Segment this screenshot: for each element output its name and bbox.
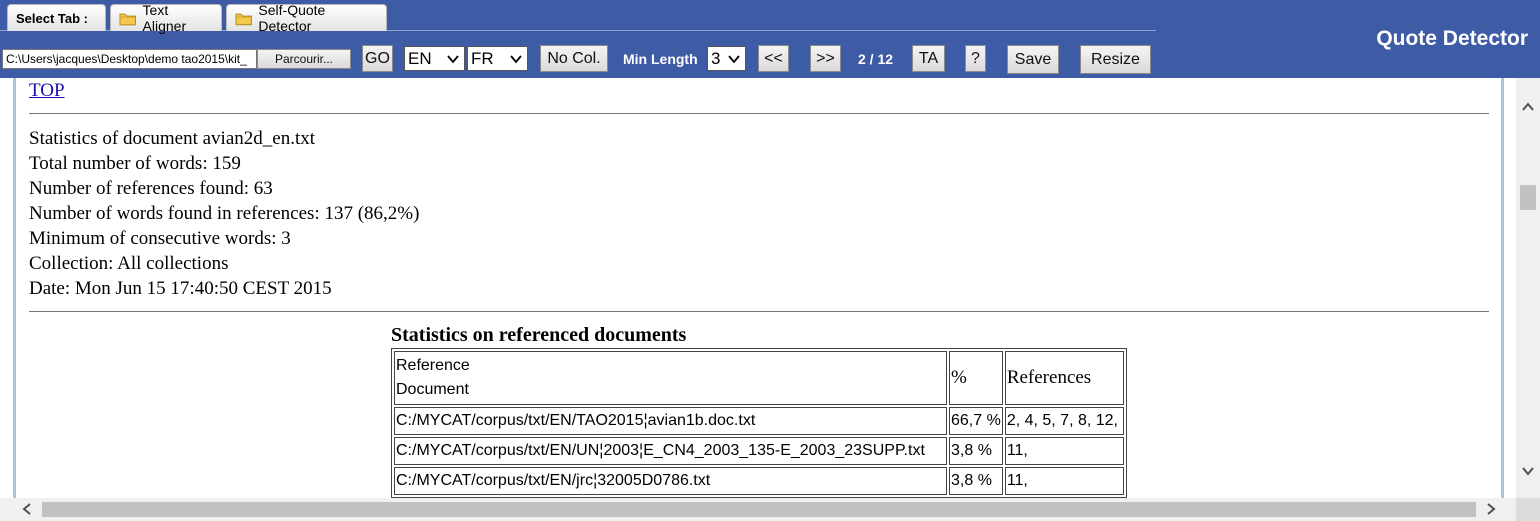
chevron-down-icon — [447, 55, 459, 64]
table-header-row: Reference Document % References — [394, 351, 1124, 405]
frame-right-border — [1501, 78, 1504, 498]
no-col-button[interactable]: No Col. — [540, 45, 608, 72]
ta-button[interactable]: TA — [912, 45, 945, 72]
scroll-down-icon[interactable] — [1521, 464, 1535, 478]
min-length-value: 3 — [711, 48, 721, 68]
divider — [29, 113, 1489, 114]
toolbar: C:\Users\jacques\Desktop\demo tao2015\ki… — [0, 44, 1156, 74]
scroll-right-icon[interactable] — [1484, 502, 1498, 516]
horizontal-scrollbar[interactable] — [0, 498, 1516, 521]
table-row: C:/MYCAT/corpus/txt/EN/UN¦2003¦E_CN4_200… — [394, 437, 1124, 465]
top-link[interactable]: TOP — [29, 80, 65, 102]
references-cell: 2, 4, 5, 7, 8, 12, — [1004, 407, 1124, 435]
stat-line: Number of words found in references: 137… — [29, 203, 420, 224]
app-header: Select Tab : Text Aligner Self-Quote Det… — [0, 0, 1540, 78]
tab-select[interactable]: Select Tab : — [7, 4, 106, 31]
reference-table: Reference Document % References C:/MYCAT… — [391, 348, 1127, 498]
results-panel: TOP Statistics of document avian2d_en.tx… — [29, 78, 1499, 498]
go-button[interactable]: GO — [362, 45, 393, 72]
stat-line: Statistics of document avian2d_en.txt — [29, 128, 316, 149]
stat-line: Total number of words: 159 — [29, 153, 241, 174]
vertical-scroll-thumb[interactable] — [1520, 185, 1536, 210]
references-cell: 11, — [1004, 467, 1124, 495]
app-title: Quote Detector — [1376, 27, 1528, 50]
target-language-select[interactable]: FR — [467, 46, 528, 71]
scroll-left-icon[interactable] — [20, 502, 34, 516]
folder-icon — [119, 13, 137, 25]
header-reference-document-line2: Document — [396, 381, 469, 398]
tab-select-label: Select Tab : — [16, 10, 89, 26]
header-reference-document-line1: Reference — [396, 357, 470, 374]
percent-cell: 3,8 % — [949, 437, 1003, 465]
tab-text-aligner[interactable]: Text Aligner — [110, 2, 222, 34]
document-statistics: Statistics of document avian2d_en.txt To… — [29, 126, 419, 301]
reference-document-cell: C:/MYCAT/corpus/txt/EN/jrc¦32005D0786.tx… — [394, 467, 947, 495]
horizontal-scroll-thumb[interactable] — [42, 502, 1476, 517]
reference-table-title: Statistics on referenced documents — [391, 324, 687, 346]
file-path-field[interactable]: C:\Users\jacques\Desktop\demo tao2015\ki… — [2, 49, 257, 69]
tab-bar: Select Tab : Text Aligner Self-Quote Det… — [0, 0, 1156, 34]
save-button[interactable]: Save — [1007, 45, 1059, 74]
page-indicator: 2 / 12 — [858, 51, 894, 67]
source-language-value: EN — [408, 48, 432, 68]
stat-line: Date: Mon Jun 15 17:40:50 CEST 2015 — [29, 278, 332, 299]
min-length-select[interactable]: 3 — [707, 46, 746, 71]
chevron-down-icon — [728, 55, 740, 64]
stat-line: Collection: All collections — [29, 253, 229, 274]
previous-page-button[interactable]: << — [758, 45, 789, 72]
header-percent: % — [949, 351, 1003, 405]
vertical-scrollbar[interactable] — [1516, 78, 1540, 498]
folder-icon — [235, 13, 252, 25]
help-button[interactable]: ? — [965, 45, 986, 72]
percent-cell: 3,8 % — [949, 467, 1003, 495]
header-reference-document: Reference Document — [394, 351, 947, 405]
min-length-label: Min Length — [623, 51, 698, 67]
divider — [29, 311, 1489, 312]
resize-button[interactable]: Resize — [1080, 45, 1151, 74]
tab-self-quote-detector[interactable]: Self-Quote Detector — [226, 2, 387, 34]
chevron-down-icon — [510, 55, 522, 64]
source-language-select[interactable]: EN — [404, 46, 465, 71]
reference-document-cell: C:/MYCAT/corpus/txt/EN/UN¦2003¦E_CN4_200… — [394, 437, 947, 465]
reference-document-cell: C:/MYCAT/corpus/txt/EN/TAO2015¦avian1b.d… — [394, 407, 947, 435]
table-row: C:/MYCAT/corpus/txt/EN/TAO2015¦avian1b.d… — [394, 407, 1124, 435]
header-references: References — [1004, 351, 1124, 405]
scrollbar-corner — [1516, 498, 1540, 521]
target-language-value: FR — [471, 48, 494, 68]
table-row: C:/MYCAT/corpus/txt/EN/jrc¦32005D0786.tx… — [394, 467, 1124, 495]
stat-line: Minimum of consecutive words: 3 — [29, 228, 291, 249]
stat-line: Number of references found: 63 — [29, 178, 273, 199]
next-page-button[interactable]: >> — [810, 45, 841, 72]
tab-self-quote-detector-label: Self-Quote Detector — [258, 2, 326, 34]
frame-left-border — [0, 78, 16, 498]
browse-button[interactable]: Parcourir... — [257, 49, 351, 69]
tab-text-aligner-label: Text Aligner — [142, 2, 187, 34]
percent-cell: 66,7 % — [949, 407, 1003, 435]
scroll-up-icon[interactable] — [1521, 100, 1535, 114]
references-cell: 11, — [1004, 437, 1124, 465]
